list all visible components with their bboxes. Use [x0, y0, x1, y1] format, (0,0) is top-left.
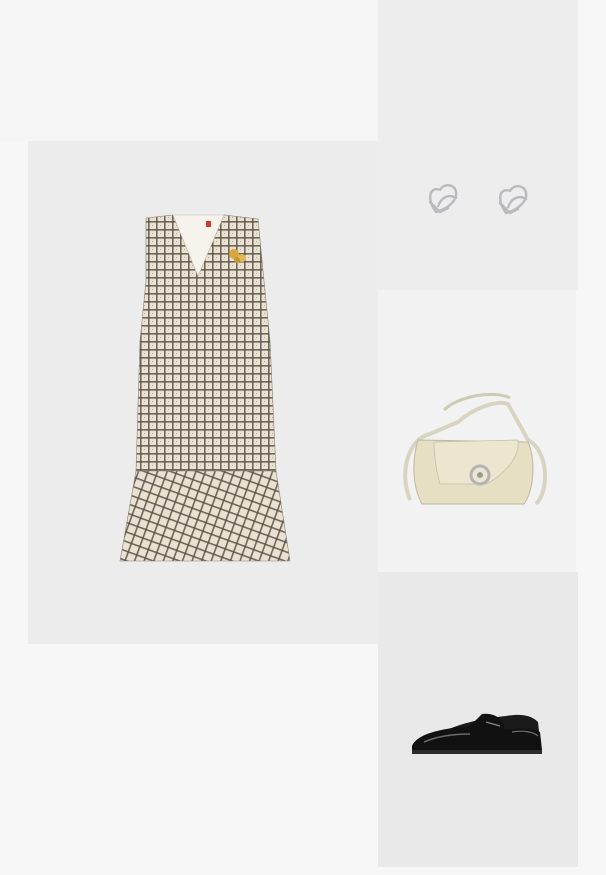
blank-area [0, 0, 378, 141]
handbag-icon [403, 392, 547, 506]
loafer-shoe-icon [412, 713, 542, 754]
dress-panel[interactable] [28, 141, 378, 644]
bag-panel[interactable] [378, 290, 576, 572]
earrings-panel[interactable] [378, 0, 578, 290]
heart-earrings-icon [428, 184, 528, 215]
checked-dress-icon [119, 214, 291, 562]
loafers-panel[interactable] [378, 572, 578, 867]
